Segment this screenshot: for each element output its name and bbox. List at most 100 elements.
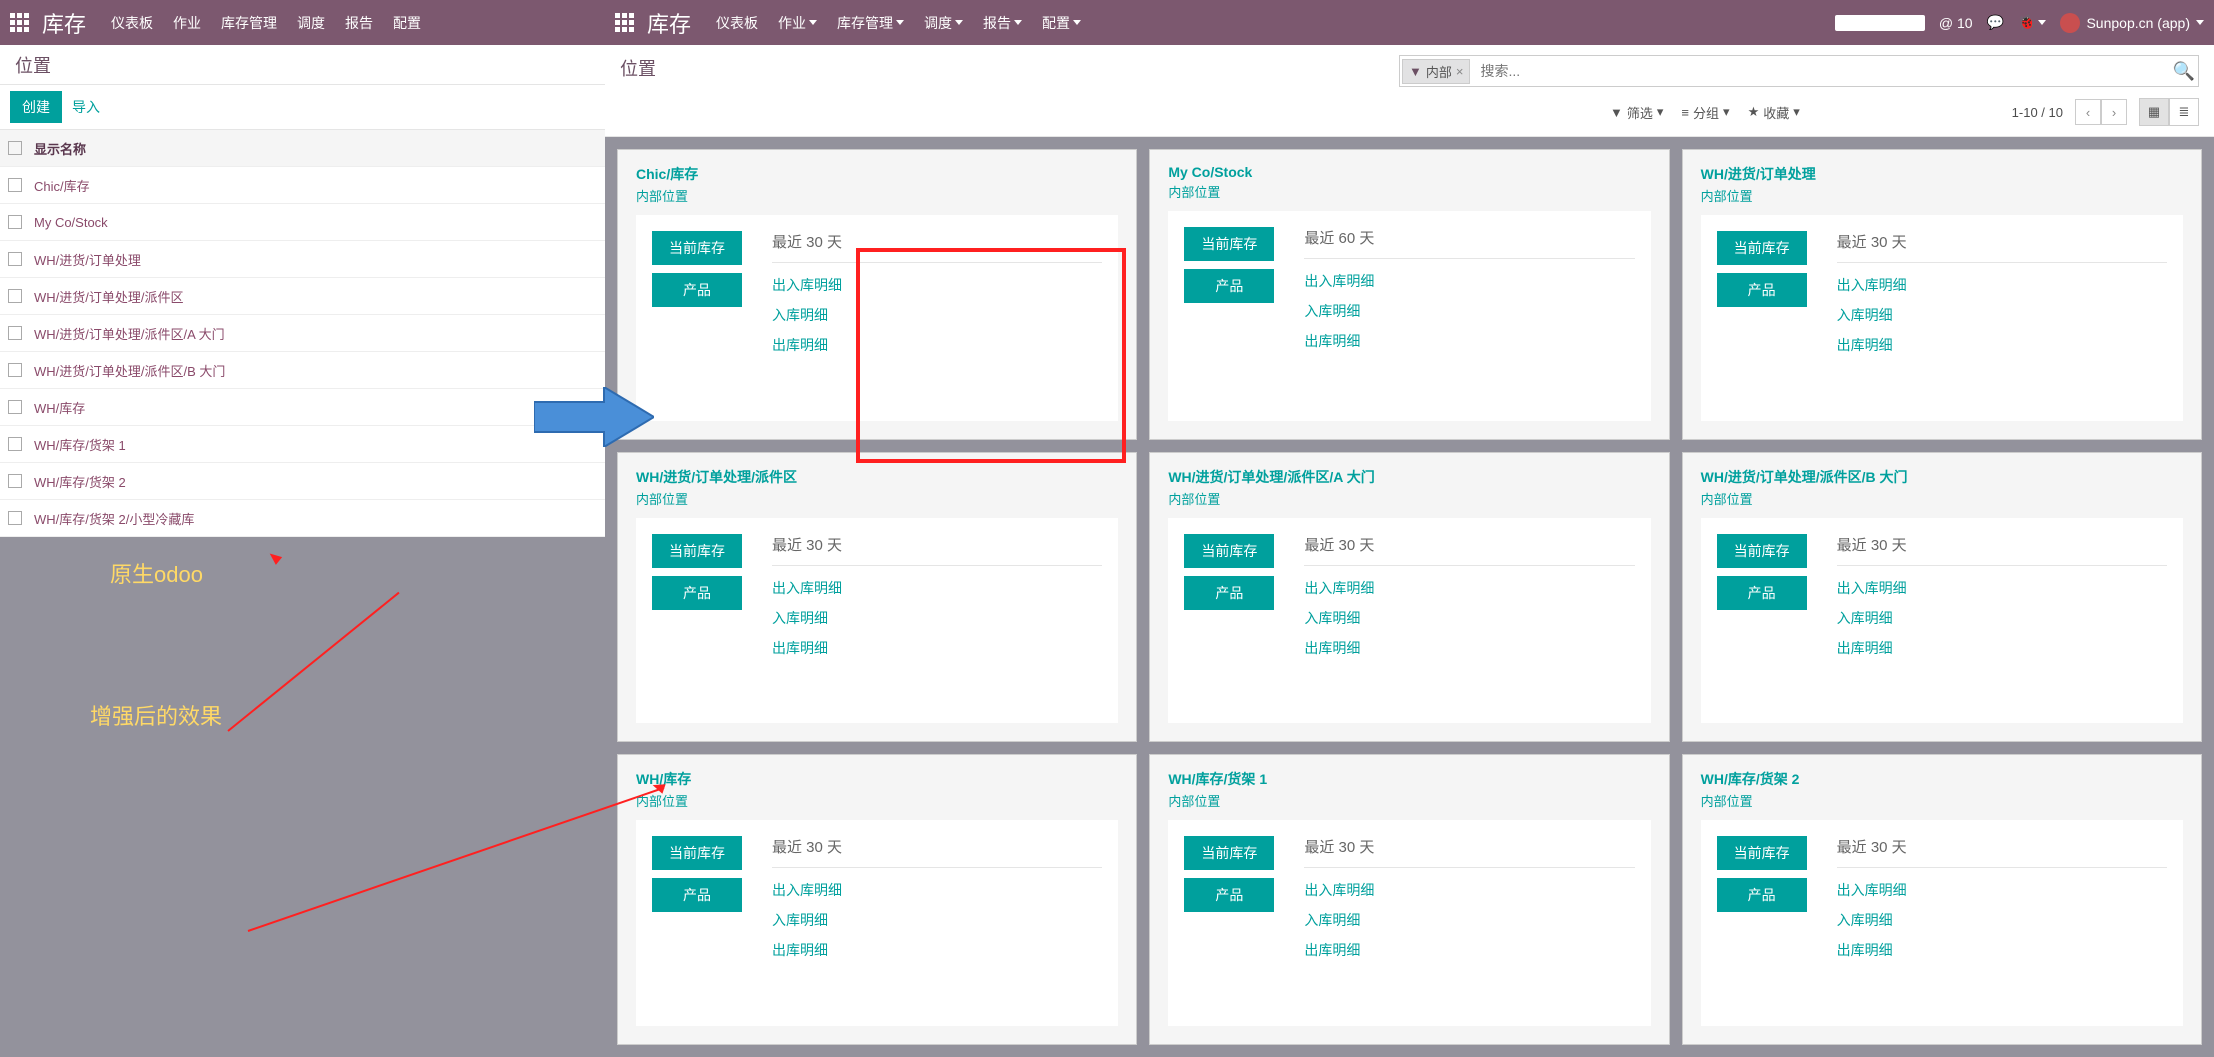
checkbox[interactable] xyxy=(8,178,22,192)
list-row[interactable]: WH/库存/货架 1 xyxy=(0,426,605,463)
card-title[interactable]: WH/库存/货架 1 xyxy=(1168,769,1650,789)
view-list-button[interactable]: ≣ xyxy=(2169,98,2199,126)
progress-bar[interactable] xyxy=(1835,15,1925,31)
inout-link[interactable]: 出入库明细 xyxy=(1304,578,1634,598)
search-box[interactable]: ▼ 内部 × 🔍 xyxy=(1399,55,2199,87)
nav-item[interactable]: 配置 xyxy=(393,13,421,33)
chat-icon[interactable]: 💬 xyxy=(1987,14,2004,31)
row-name[interactable]: WH/库存 xyxy=(34,398,85,417)
products-button[interactable]: 产品 xyxy=(1184,269,1274,303)
row-name[interactable]: WH/进货/订单处理/派件区/A 大门 xyxy=(34,324,225,343)
inout-link[interactable]: 出入库明细 xyxy=(1837,578,2167,598)
current-stock-button[interactable]: 当前库存 xyxy=(1184,836,1274,870)
view-kanban-button[interactable]: ▦ xyxy=(2139,98,2169,126)
products-button[interactable]: 产品 xyxy=(652,878,742,912)
checkbox[interactable] xyxy=(8,437,22,451)
out-link[interactable]: 出库明细 xyxy=(1837,335,2167,355)
card-title[interactable]: WH/库存 xyxy=(636,769,1118,789)
row-name[interactable]: WH/库存/货架 1 xyxy=(34,435,126,454)
kanban-card[interactable]: My Co/Stock内部位置当前库存产品最近 60 天出入库明细入库明细出库明… xyxy=(1149,149,1669,440)
checkbox[interactable] xyxy=(8,400,22,414)
messages-count[interactable]: @ 10 xyxy=(1939,15,1973,31)
kanban-card[interactable]: WH/进货/订单处理/派件区/A 大门内部位置当前库存产品最近 30 天出入库明… xyxy=(1149,452,1669,743)
checkbox-all[interactable] xyxy=(8,141,22,155)
nav-item[interactable]: 报告 xyxy=(983,13,1022,33)
list-row[interactable]: WH/进货/订单处理 xyxy=(0,241,605,278)
inout-link[interactable]: 出入库明细 xyxy=(1837,275,2167,295)
column-header[interactable]: 显示名称 xyxy=(34,139,86,158)
inout-link[interactable]: 出入库明细 xyxy=(772,880,1102,900)
out-link[interactable]: 出库明细 xyxy=(1837,638,2167,658)
nav-item[interactable]: 库存管理 xyxy=(837,13,904,33)
checkbox[interactable] xyxy=(8,326,22,340)
pager-text[interactable]: 1-10 / 10 xyxy=(2012,105,2063,120)
current-stock-button[interactable]: 当前库存 xyxy=(1184,534,1274,568)
checkbox[interactable] xyxy=(8,289,22,303)
in-link[interactable]: 入库明细 xyxy=(1837,608,2167,628)
current-stock-button[interactable]: 当前库存 xyxy=(1184,227,1274,261)
list-row[interactable]: WH/进货/订单处理/派件区 xyxy=(0,278,605,315)
current-stock-button[interactable]: 当前库存 xyxy=(652,836,742,870)
nav-item[interactable]: 仪表板 xyxy=(111,13,153,33)
brand-left[interactable]: 库存 xyxy=(42,7,86,39)
out-link[interactable]: 出库明细 xyxy=(1837,940,2167,960)
apps-icon[interactable] xyxy=(615,13,635,33)
list-row[interactable]: My Co/Stock xyxy=(0,204,605,241)
inout-link[interactable]: 出入库明细 xyxy=(772,578,1102,598)
kanban-card[interactable]: WH/进货/订单处理内部位置当前库存产品最近 30 天出入库明细入库明细出库明细 xyxy=(1682,149,2202,440)
current-stock-button[interactable]: 当前库存 xyxy=(652,231,742,265)
products-button[interactable]: 产品 xyxy=(1184,576,1274,610)
in-link[interactable]: 入库明细 xyxy=(772,305,1102,325)
import-link[interactable]: 导入 xyxy=(72,97,100,117)
inout-link[interactable]: 出入库明细 xyxy=(1304,271,1634,291)
kanban-card[interactable]: WH/库存/货架 2内部位置当前库存产品最近 30 天出入库明细入库明细出库明细 xyxy=(1682,754,2202,1045)
in-link[interactable]: 入库明细 xyxy=(1837,305,2167,325)
checkbox[interactable] xyxy=(8,215,22,229)
checkbox[interactable] xyxy=(8,511,22,525)
row-name[interactable]: WH/库存/货架 2/小型冷藏库 xyxy=(34,509,194,528)
pager-prev[interactable]: ‹ xyxy=(2075,99,2101,125)
out-link[interactable]: 出库明细 xyxy=(1304,331,1634,351)
in-link[interactable]: 入库明细 xyxy=(1837,910,2167,930)
nav-item[interactable]: 仪表板 xyxy=(716,13,758,33)
apps-icon[interactable] xyxy=(10,13,30,33)
out-link[interactable]: 出库明细 xyxy=(1304,940,1634,960)
row-name[interactable]: WH/进货/订单处理/派件区 xyxy=(34,287,184,306)
nav-item[interactable]: 报告 xyxy=(345,13,373,33)
close-icon[interactable]: × xyxy=(1456,64,1464,79)
user-menu[interactable]: Sunpop.cn (app) xyxy=(2060,13,2204,33)
nav-item[interactable]: 配置 xyxy=(1042,13,1081,33)
card-title[interactable]: WH/进货/订单处理 xyxy=(1701,164,2183,184)
in-link[interactable]: 入库明细 xyxy=(1304,301,1634,321)
out-link[interactable]: 出库明细 xyxy=(772,638,1102,658)
nav-item[interactable]: 调度 xyxy=(297,13,325,33)
card-title[interactable]: WH/进货/订单处理/派件区 xyxy=(636,467,1118,487)
nav-item[interactable]: 作业 xyxy=(778,13,817,33)
products-button[interactable]: 产品 xyxy=(652,273,742,307)
kanban-card[interactable]: Chic/库存内部位置当前库存产品最近 30 天出入库明细入库明细出库明细 xyxy=(617,149,1137,440)
current-stock-button[interactable]: 当前库存 xyxy=(1717,534,1807,568)
kanban-card[interactable]: WH/进货/订单处理/派件区/B 大门内部位置当前库存产品最近 30 天出入库明… xyxy=(1682,452,2202,743)
card-title[interactable]: My Co/Stock xyxy=(1168,164,1650,180)
kanban-card[interactable]: WH/库存内部位置当前库存产品最近 30 天出入库明细入库明细出库明细 xyxy=(617,754,1137,1045)
row-name[interactable]: WH/进货/订单处理 xyxy=(34,250,141,269)
debug-icon[interactable]: 🐞 xyxy=(2018,14,2046,31)
out-link[interactable]: 出库明细 xyxy=(772,335,1102,355)
kanban-card[interactable]: WH/库存/货架 1内部位置当前库存产品最近 30 天出入库明细入库明细出库明细 xyxy=(1149,754,1669,1045)
nav-item[interactable]: 库存管理 xyxy=(221,13,277,33)
card-title[interactable]: WH/库存/货架 2 xyxy=(1701,769,2183,789)
checkbox[interactable] xyxy=(8,474,22,488)
in-link[interactable]: 入库明细 xyxy=(772,910,1102,930)
card-title[interactable]: WH/进货/订单处理/派件区/A 大门 xyxy=(1168,467,1650,487)
list-row[interactable]: WH/库存 xyxy=(0,389,605,426)
list-row[interactable]: Chic/库存 xyxy=(0,167,605,204)
out-link[interactable]: 出库明细 xyxy=(772,940,1102,960)
filters-menu[interactable]: ▼筛选▾ xyxy=(1610,103,1663,122)
row-name[interactable]: WH/进货/订单处理/派件区/B 大门 xyxy=(34,361,225,380)
row-name[interactable]: My Co/Stock xyxy=(34,215,108,230)
products-button[interactable]: 产品 xyxy=(652,576,742,610)
kanban-card[interactable]: WH/进货/订单处理/派件区内部位置当前库存产品最近 30 天出入库明细入库明细… xyxy=(617,452,1137,743)
products-button[interactable]: 产品 xyxy=(1717,576,1807,610)
list-header[interactable]: 显示名称 xyxy=(0,130,605,167)
list-row[interactable]: WH/进货/订单处理/派件区/A 大门 xyxy=(0,315,605,352)
